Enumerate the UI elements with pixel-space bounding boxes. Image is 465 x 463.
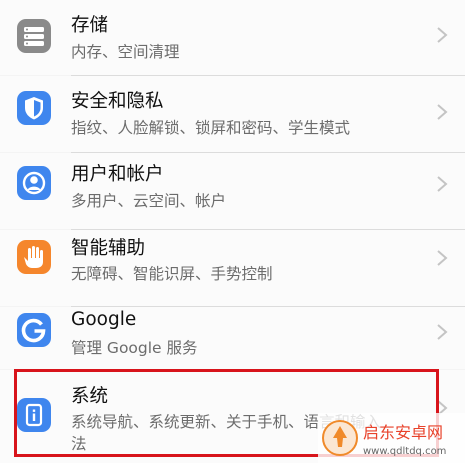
chevron-right-icon [437, 27, 448, 43]
settings-item-smart-assist[interactable]: 智能辅助 无障碍、智能识屏、手势控制 [0, 230, 465, 306]
item-subtitle: 无障碍、智能识屏、手势控制 [71, 265, 273, 283]
watermark-logo: 启东安卓网 www.qdltdq.com [318, 413, 465, 463]
item-subtitle: 指纹、人脸解锁、锁屏和密码、学生模式 [71, 119, 351, 137]
watermark-url: www.qdltdq.com [363, 446, 446, 457]
shield-icon [17, 91, 51, 125]
item-subtitle: 多用户、云空间、帐户 [71, 192, 227, 210]
settings-item-security-privacy[interactable]: 安全和隐私 指纹、人脸解锁、锁屏和密码、学生模式 [0, 76, 465, 152]
item-title: Google [71, 309, 137, 330]
google-icon [17, 313, 51, 347]
item-subtitle: 内存、空间清理 [71, 43, 180, 61]
chevron-right-icon [437, 324, 448, 340]
item-title: 存储 [71, 15, 109, 36]
chevron-right-icon [437, 176, 448, 192]
item-title: 安全和隐私 [71, 91, 164, 112]
watermark-name: 启东安卓网 [363, 423, 443, 442]
user-icon [17, 166, 51, 200]
storage-icon [17, 19, 51, 53]
item-subtitle: 管理 Google 服务 [71, 339, 198, 357]
chevron-right-icon [437, 104, 448, 120]
item-title: 用户和帐户 [71, 164, 164, 185]
settings-item-users-accounts[interactable]: 用户和帐户 多用户、云空间、帐户 [0, 153, 465, 229]
item-title: 智能辅助 [71, 238, 146, 259]
hand-icon [17, 240, 51, 274]
settings-item-google[interactable]: Google 管理 Google 服务 [0, 307, 465, 369]
chevron-right-icon [437, 250, 448, 266]
settings-item-storage[interactable]: 存储 内存、空间清理 [0, 0, 465, 75]
